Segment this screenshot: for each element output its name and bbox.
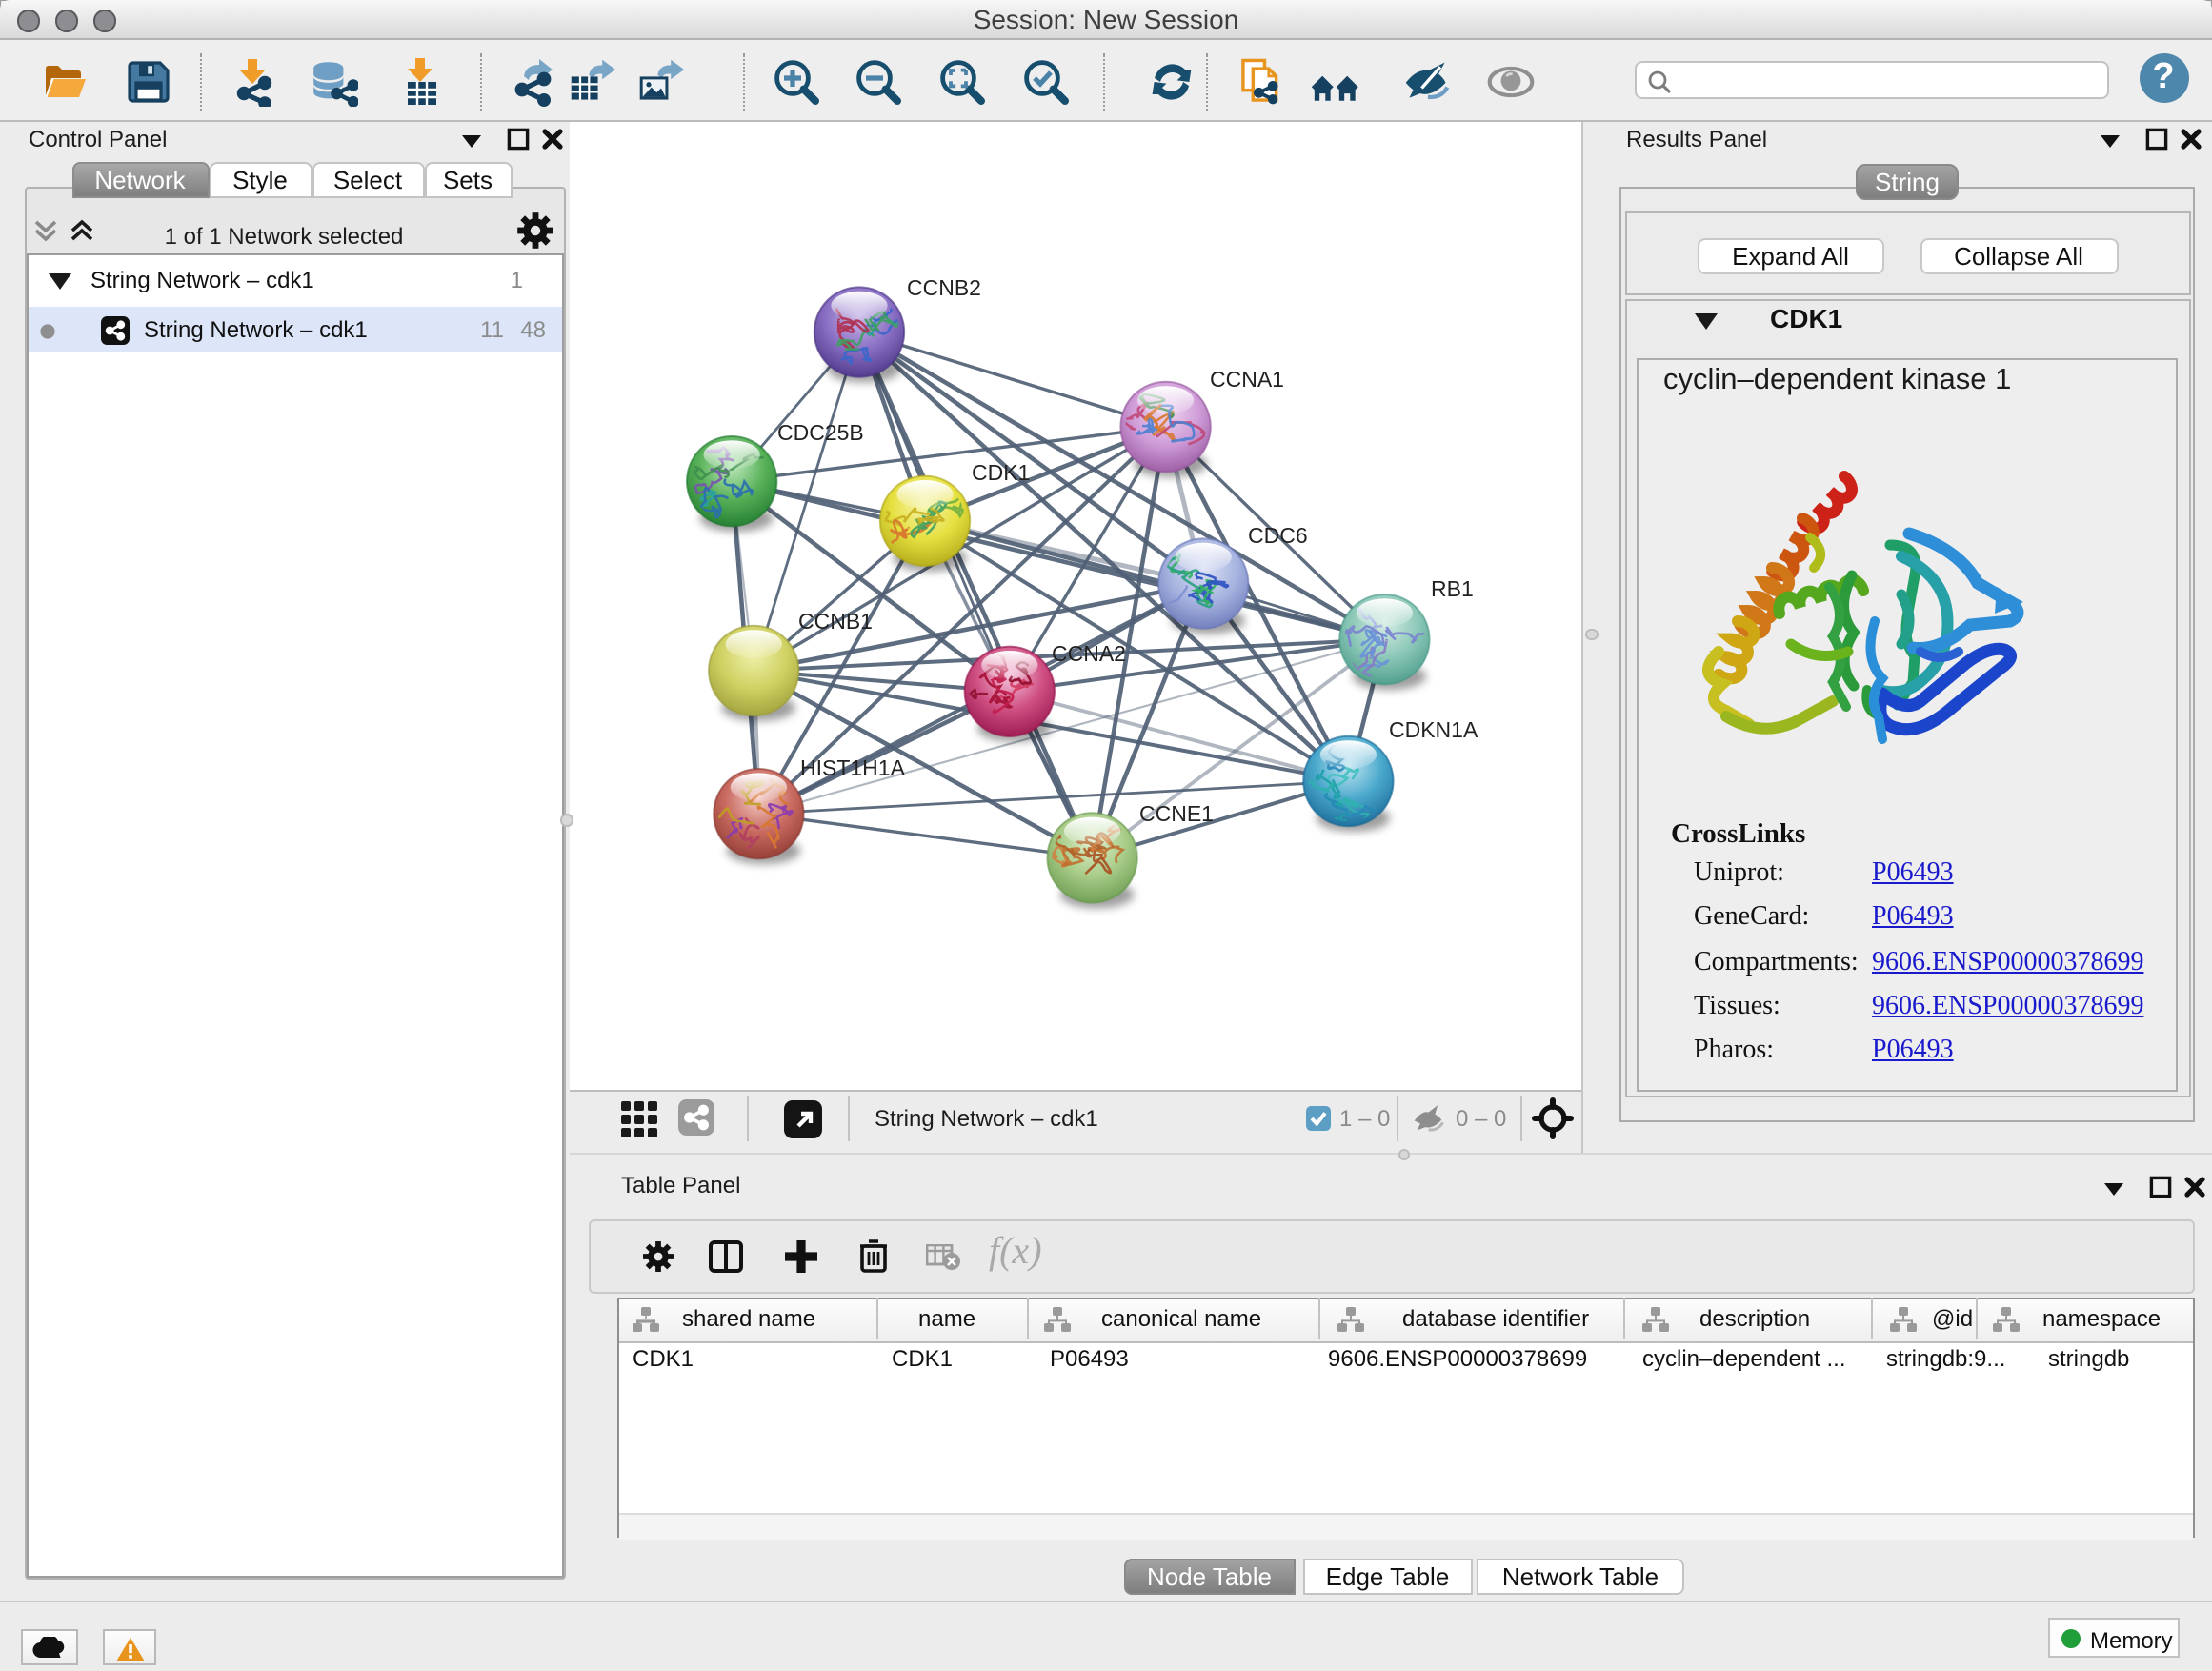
svg-text:HIST1H1A: HIST1H1A (800, 755, 906, 780)
svg-text:CDK1: CDK1 (972, 460, 1030, 485)
svg-text:CCNB2: CCNB2 (907, 275, 981, 300)
svg-text:CDC25B: CDC25B (777, 420, 864, 445)
svg-text:CCNA1: CCNA1 (1210, 367, 1284, 392)
svg-text:RB1: RB1 (1431, 576, 1474, 601)
svg-text:CDKN1A: CDKN1A (1389, 717, 1478, 742)
svg-text:CCNB1: CCNB1 (798, 609, 873, 634)
svg-text:CDC6: CDC6 (1248, 523, 1308, 548)
svg-text:CCNE1: CCNE1 (1139, 801, 1214, 826)
svg-text:CCNA2: CCNA2 (1052, 641, 1126, 666)
